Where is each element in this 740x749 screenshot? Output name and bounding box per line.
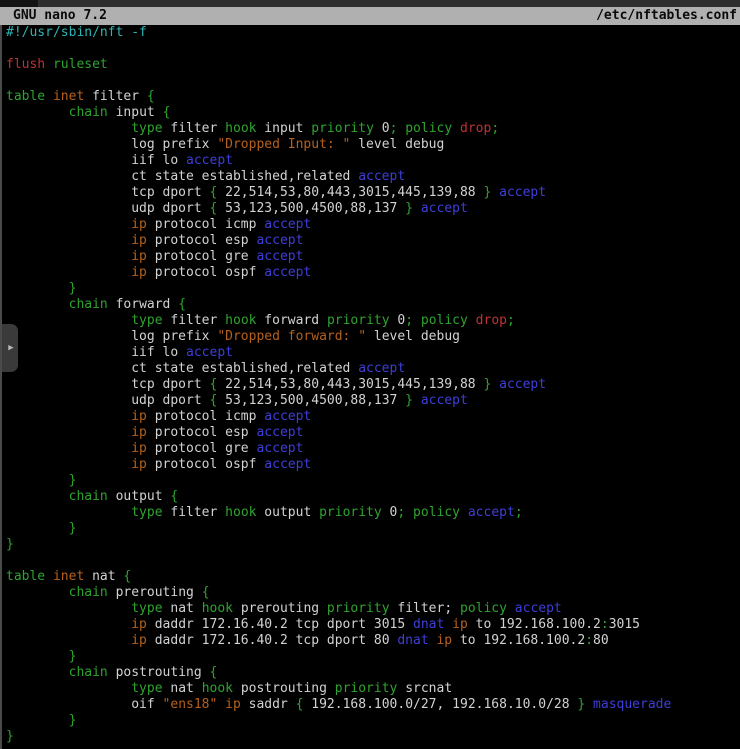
code-line: }	[6, 729, 740, 745]
code-line: }	[6, 649, 740, 665]
code-line: ip daddr 172.16.40.2 tcp dport 3015 dnat…	[6, 617, 740, 633]
code-line: udp dport { 53,123,500,4500,88,137 } acc…	[6, 393, 740, 409]
terminal-screen: GNU nano 7.2 /etc/nftables.conf #!/usr/s…	[0, 0, 740, 749]
code-line: }	[6, 713, 740, 729]
code-line: ip protocol esp accept	[6, 425, 740, 441]
expand-arrow-icon: ▶	[8, 344, 13, 353]
nano-app-version: GNU nano 7.2	[13, 7, 107, 25]
code-line: iif lo accept	[6, 345, 740, 361]
side-panel-handle[interactable]: ▶	[2, 324, 18, 372]
code-line: log prefix "Dropped Input: " level debug	[6, 137, 740, 153]
code-line	[6, 73, 740, 89]
code-line: log prefix "Dropped forward: " level deb…	[6, 329, 740, 345]
code-line: }	[6, 537, 740, 553]
code-line: chain forward {	[6, 297, 740, 313]
code-line: #!/usr/sbin/nft -f	[6, 25, 740, 41]
code-line: flush ruleset	[6, 57, 740, 73]
code-line: ip protocol ospf accept	[6, 265, 740, 281]
code-line: iif lo accept	[6, 153, 740, 169]
code-line: oif "ens18" ip saddr { 192.168.100.0/27,…	[6, 697, 740, 713]
code-line: ip protocol esp accept	[6, 233, 740, 249]
code-line: }	[6, 521, 740, 537]
code-line: tcp dport { 22,514,53,80,443,3015,445,13…	[6, 185, 740, 201]
code-line: ip protocol gre accept	[6, 249, 740, 265]
code-line: type nat hook prerouting priority filter…	[6, 601, 740, 617]
code-line: type nat hook postrouting priority srcna…	[6, 681, 740, 697]
code-line: table inet nat {	[6, 569, 740, 585]
nano-titlebar: GNU nano 7.2 /etc/nftables.conf	[0, 7, 740, 25]
code-line: ip daddr 172.16.40.2 tcp dport 80 dnat i…	[6, 633, 740, 649]
code-line	[6, 553, 740, 569]
editor-text-area[interactable]: #!/usr/sbin/nft -f flush ruleset table i…	[0, 25, 740, 749]
code-line: type filter hook output priority 0; poli…	[6, 505, 740, 521]
code-line: ip protocol icmp accept	[6, 217, 740, 233]
code-line: ip protocol icmp accept	[6, 409, 740, 425]
code-line: type filter hook forward priority 0; pol…	[6, 313, 740, 329]
code-line: tcp dport { 22,514,53,80,443,3015,445,13…	[6, 377, 740, 393]
code-line	[6, 41, 740, 57]
code-line: type filter hook input priority 0; polic…	[6, 121, 740, 137]
code-line: chain output {	[6, 489, 740, 505]
code-line: chain postrouting {	[6, 665, 740, 681]
window-top-strip	[0, 0, 740, 7]
code-line: ct state established,related accept	[6, 169, 740, 185]
code-line: }	[6, 473, 740, 489]
code-line: udp dport { 53,123,500,4500,88,137 } acc…	[6, 201, 740, 217]
code-line: ct state established,related accept	[6, 361, 740, 377]
code-line: chain prerouting {	[6, 585, 740, 601]
code-line: table inet filter {	[6, 89, 740, 105]
code-line: ip protocol ospf accept	[6, 457, 740, 473]
window-tab-remnant	[0, 0, 38, 7]
code-line: }	[6, 281, 740, 297]
code-line: ip protocol gre accept	[6, 441, 740, 457]
code-line: chain input {	[6, 105, 740, 121]
nano-open-filename: /etc/nftables.conf	[596, 7, 737, 25]
